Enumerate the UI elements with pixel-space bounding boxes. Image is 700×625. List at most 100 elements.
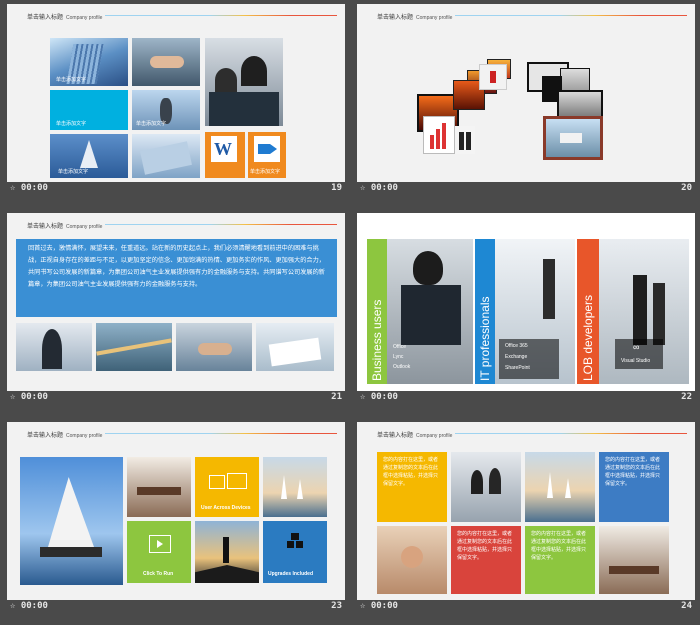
tablet-icon bbox=[209, 475, 225, 489]
title-divider bbox=[105, 15, 337, 16]
visual-studio-badge: ∞ Visual Studio bbox=[615, 339, 663, 369]
tile-text: 您的内容打在这里，或者通过复制您的文本后在此框中选择粘贴，并选择只保留文字。 bbox=[383, 457, 439, 487]
tile-text: 您的内容打在这里，或者通过复制您的文本后在此框中选择粘贴，并选择只保留文字。 bbox=[457, 531, 513, 561]
tile-label: Upgrades Included bbox=[268, 571, 314, 577]
handshake-photo bbox=[132, 38, 200, 86]
cyan-tile: 单击添加文字 bbox=[50, 90, 128, 130]
team-hands-photo bbox=[377, 526, 447, 594]
slide-title: 单击输入标题 Company profile bbox=[27, 433, 103, 439]
tile-label: User Across Devices bbox=[201, 505, 251, 511]
title-divider bbox=[105, 433, 337, 434]
panel-title: IT professionals bbox=[478, 296, 492, 382]
meeting-photo bbox=[16, 323, 92, 371]
intro-paragraph: 回首过去，激情满怀，展望未来，任重道远。站在新的历史起点上，我们必须清醒地看到前… bbox=[28, 245, 325, 288]
slide-footer: ☆ 00:00 21 bbox=[7, 392, 345, 405]
product-item: Office 365 bbox=[505, 343, 528, 349]
text-tile: 您的内容打在这里，或者通过复制您的文本后在此框中选择粘贴，并选择只保留文字。 bbox=[525, 526, 595, 594]
slide-canvas: 单击输入标题 Company profile User Across Device… bbox=[7, 422, 345, 600]
conference-room-photo bbox=[599, 526, 669, 594]
lob-developers-bar: LOB developers bbox=[577, 239, 599, 384]
slide-footer: ☆ 00:00 22 bbox=[357, 392, 695, 405]
caption: 单击添加文字 bbox=[56, 121, 87, 127]
slide-number: 21 bbox=[331, 392, 342, 402]
slide-title: 单击输入标题 Company profile bbox=[27, 224, 103, 230]
text-tile: 您的内容打在这里，或者通过复制您的文本后在此框中选择粘贴，并选择只保留文字。 bbox=[377, 452, 447, 522]
slide-number: 24 bbox=[681, 601, 692, 611]
time-label: ☆ 00:00 bbox=[10, 392, 48, 402]
business-users-bar: Business users bbox=[367, 239, 387, 384]
time-label: ☆ 00:00 bbox=[360, 392, 398, 402]
bar-chart-photo bbox=[423, 116, 455, 154]
tile-text: 您的内容打在这里，或者通过复制您的文本后在此框中选择粘贴，并选择只保留文字。 bbox=[605, 457, 661, 487]
slide-number: 22 bbox=[681, 392, 692, 402]
slide-number: 23 bbox=[331, 601, 342, 611]
slide-canvas: 单击输入标题 Company profile bbox=[357, 4, 695, 182]
people-silhouette-photo bbox=[455, 126, 475, 154]
upgrades-tile: Upgrades Included bbox=[263, 521, 327, 583]
slide-number: 19 bbox=[331, 183, 342, 193]
product-item: Exchange bbox=[505, 354, 528, 360]
panel-title: Business users bbox=[370, 299, 384, 381]
handshake-photo bbox=[176, 323, 252, 371]
click-to-run-tile: Click To Run bbox=[127, 521, 191, 583]
slide-thumbnail-22[interactable]: Business users Office Lync Outlook IT pr… bbox=[357, 213, 695, 405]
word-icon: W bbox=[211, 136, 237, 162]
text-tile: 您的内容打在这里，或者通过复制您的文本后在此框中选择粘贴，并选择只保留文字。 bbox=[451, 526, 521, 594]
slide-title: 单击输入标题 Company profile bbox=[377, 15, 453, 21]
sailboats-photo bbox=[525, 452, 595, 522]
product-item: Lync bbox=[393, 354, 404, 360]
sailboats-photo bbox=[263, 457, 327, 517]
success-silhouette-photo bbox=[195, 521, 259, 583]
slide-canvas: 单击输入标题 Company profile 回首过去，激情满怀，展望未来，任重道… bbox=[7, 213, 345, 391]
slide-title: 单击输入标题 Company profile bbox=[27, 15, 103, 21]
slide-footer: ☆ 00:00 23 bbox=[7, 601, 345, 614]
slide-thumbnail-23[interactable]: 单击输入标题 Company profile User Across Device… bbox=[7, 422, 345, 614]
text-tile: 您的内容打在这里，或者通过复制您的文本后在此框中选择粘贴，并选择只保留文字。 bbox=[599, 452, 669, 522]
business-people-photo bbox=[205, 38, 283, 126]
slide-thumbnail-19[interactable]: 单击输入标题 Company profile 单击添加文字 单击添加文字 单击添加… bbox=[7, 4, 345, 196]
caption: 单击添加文字 bbox=[250, 169, 281, 175]
building-photo: 单击添加文字 bbox=[50, 38, 128, 86]
time-label: ☆ 00:00 bbox=[10, 183, 48, 193]
monitor-icon bbox=[227, 473, 247, 489]
conference-room-photo bbox=[127, 457, 191, 517]
documents-photo bbox=[132, 134, 200, 178]
documents-photo bbox=[256, 323, 334, 371]
lob-developers-photo: ∞ Visual Studio bbox=[599, 239, 689, 384]
slide-thumbnail-24[interactable]: 单击输入标题 Company profile 您的内容打在这里，或者通过复制您的文… bbox=[357, 422, 695, 614]
slide-canvas: 单击输入标题 Company profile 您的内容打在这里，或者通过复制您的文… bbox=[357, 422, 695, 600]
time-label: ☆ 00:00 bbox=[360, 601, 398, 611]
product-item: SharePoint bbox=[505, 365, 530, 371]
text-banner: 回首过去，激情满怀，展望未来，任重道远。站在新的历史起点上，我们必须清醒地看到前… bbox=[16, 239, 337, 317]
infinity-icon: ∞ bbox=[633, 342, 640, 352]
caption: 单击添加文字 bbox=[136, 121, 167, 127]
video-icon-tile: 单击添加文字 bbox=[248, 132, 286, 178]
slide-canvas: 单击输入标题 Company profile 单击添加文字 单击添加文字 单击添加… bbox=[7, 4, 345, 182]
boxes-icon bbox=[287, 533, 303, 549]
tile-text: 您的内容打在这里，或者通过复制您的文本后在此框中选择粘贴，并选择只保留文字。 bbox=[531, 531, 587, 561]
product-item: Office bbox=[393, 344, 406, 350]
sailing-ship-photo bbox=[20, 457, 123, 585]
play-icon bbox=[149, 535, 171, 553]
tile-label: Click To Run bbox=[143, 571, 174, 577]
caption: 单击添加文字 bbox=[58, 169, 89, 175]
sailing-ship-photo: 单击添加文字 bbox=[50, 134, 128, 178]
slide-thumbnail-20[interactable]: 单击输入标题 Company profile ☆ 00:00 20 bbox=[357, 4, 695, 196]
video-camera-icon bbox=[254, 136, 280, 162]
panel-title: LOB developers bbox=[581, 294, 595, 381]
business-users-photo: Office Lync Outlook bbox=[387, 239, 473, 384]
slide-footer: ☆ 00:00 24 bbox=[357, 601, 695, 614]
seascape-photo bbox=[543, 116, 603, 160]
slide-number: 20 bbox=[681, 183, 692, 193]
slide-thumbnail-21[interactable]: 单击输入标题 Company profile 回首过去，激情满怀，展望未来，任重道… bbox=[7, 213, 345, 405]
slide-title: 单击输入标题 Company profile bbox=[377, 433, 453, 439]
slide-footer: ☆ 00:00 20 bbox=[357, 183, 695, 196]
title-divider bbox=[455, 15, 687, 16]
caption: 单击添加文字 bbox=[56, 77, 87, 83]
rowing-photo bbox=[96, 323, 172, 371]
devices-tile: User Across Devices bbox=[195, 457, 259, 517]
it-professionals-photo: Office 365 Exchange SharePoint bbox=[495, 239, 575, 384]
it-professionals-bar: IT professionals bbox=[475, 239, 495, 384]
word-icon-tile: W bbox=[205, 132, 245, 178]
figurine-photo bbox=[479, 64, 507, 90]
